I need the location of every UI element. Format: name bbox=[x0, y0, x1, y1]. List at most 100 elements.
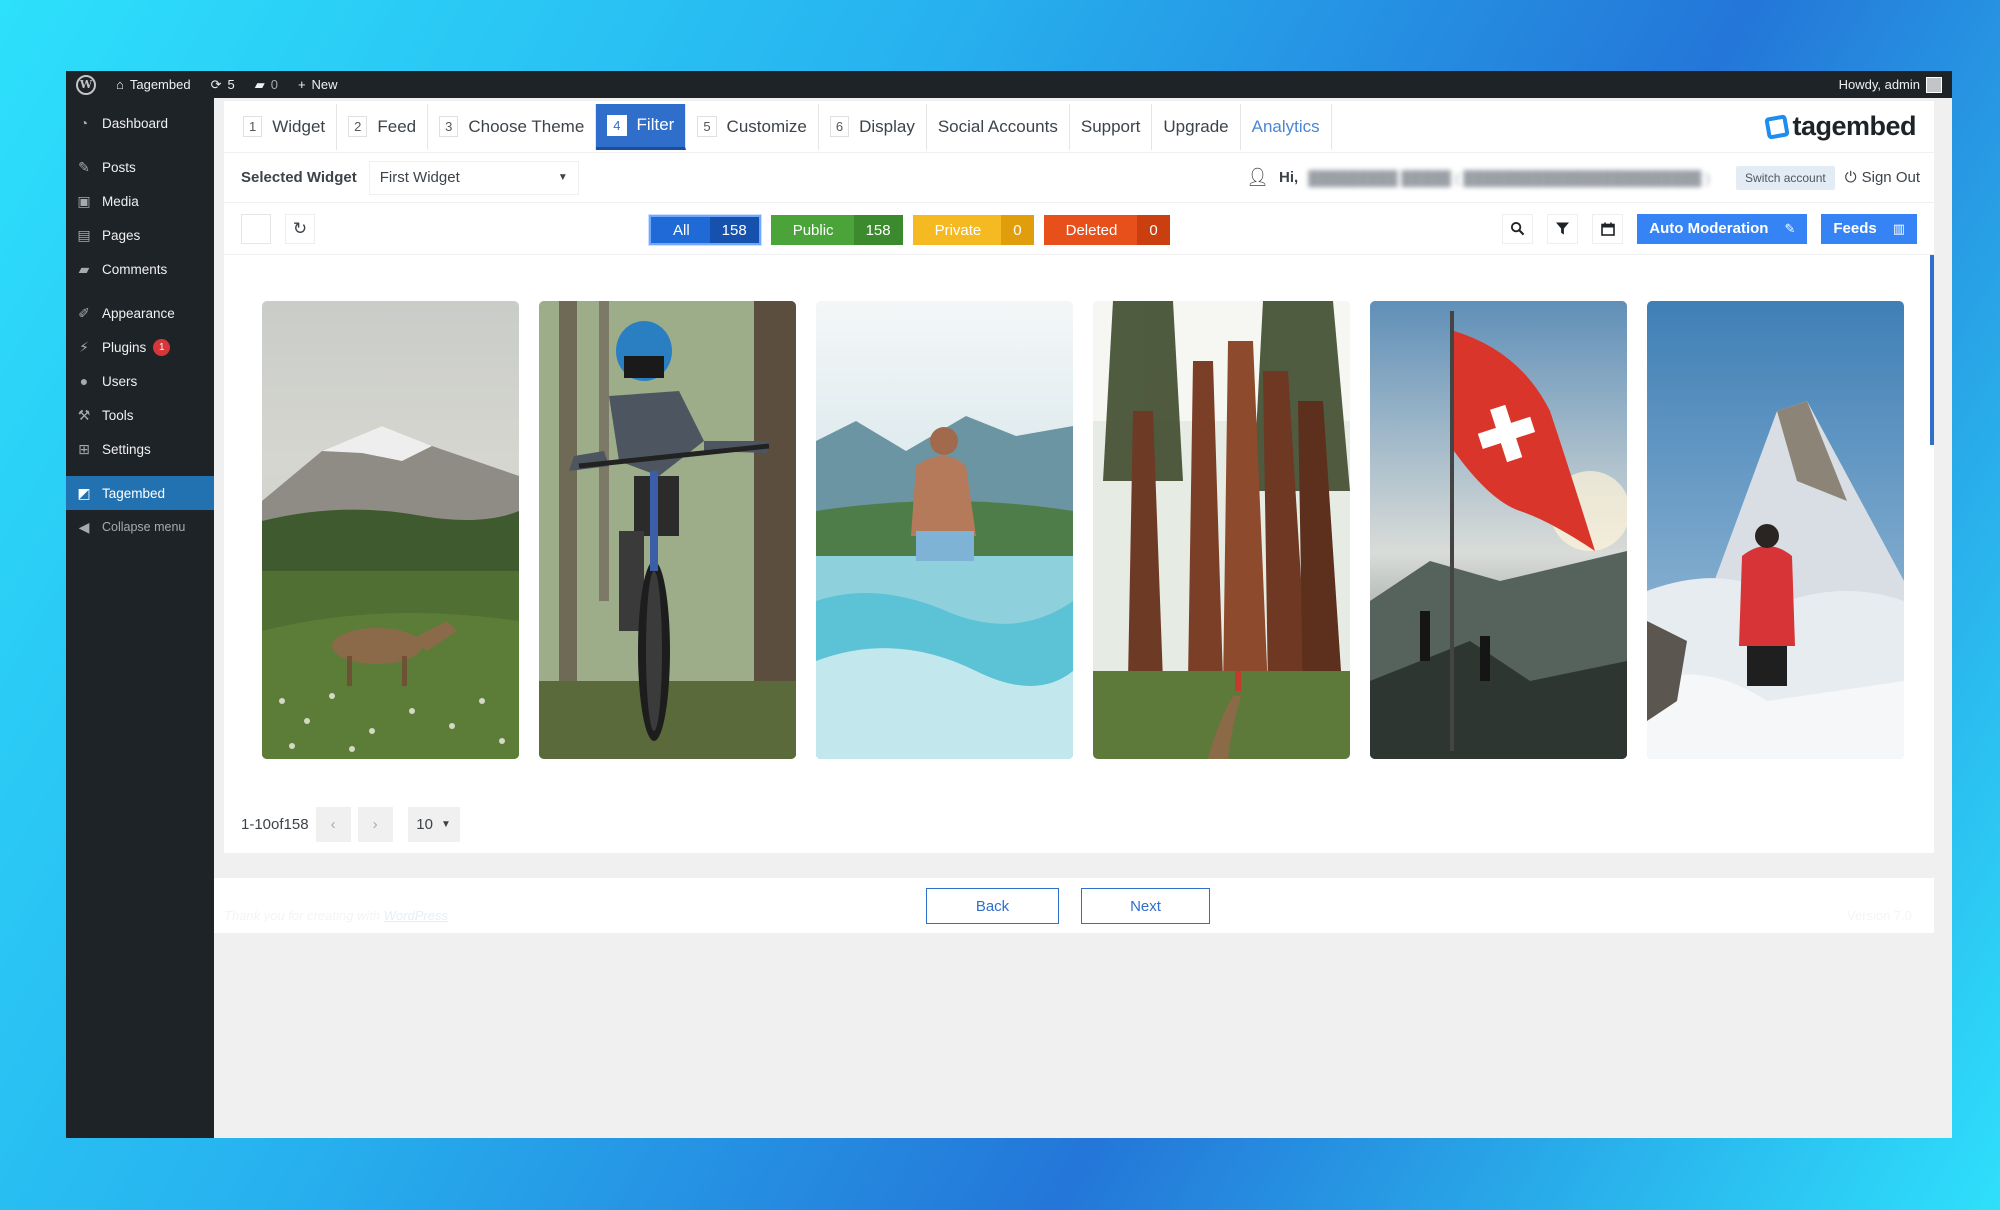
tab-display[interactable]: 6 Display bbox=[819, 103, 927, 150]
pagination: 1-10of158 ‹ › 10 ▼ bbox=[224, 795, 1934, 853]
tab-filter[interactable]: 4 Filter bbox=[596, 103, 687, 150]
sidebar-item-comments[interactable]: ▰ Comments bbox=[66, 252, 214, 286]
tagembed-panel: 1 Widget 2 Feed 3 Choose Theme 4 Filter … bbox=[224, 101, 1934, 853]
wp-logo-menu[interactable]: W bbox=[66, 71, 106, 98]
comments-link[interactable]: ▰ 0 bbox=[245, 71, 288, 98]
sidebar-item-label: Comments bbox=[102, 261, 168, 277]
wizard-footer: Thank you for creating with WordPress Ba… bbox=[214, 878, 1934, 933]
main-content: 1 Widget 2 Feed 3 Choose Theme 4 Filter … bbox=[214, 98, 1952, 1138]
matterhorn-hiker-image bbox=[1647, 301, 1904, 759]
per-page-select[interactable]: 10 ▼ bbox=[407, 806, 460, 842]
tab-analytics[interactable]: Analytics bbox=[1241, 103, 1332, 150]
next-button[interactable]: Next bbox=[1081, 888, 1210, 924]
caret-down-icon: ▼ bbox=[440, 818, 451, 830]
sidebar-item-label: Plugins bbox=[102, 339, 147, 355]
tab-number: 1 bbox=[243, 116, 263, 137]
filter-toolbar: ↻ All 158 Public 158 Private 0 Deleted 0… bbox=[224, 203, 1934, 255]
filter-count: 0 bbox=[1137, 215, 1170, 245]
gallery-tile-deer-mountain[interactable] bbox=[262, 301, 519, 759]
search-button[interactable] bbox=[1502, 213, 1534, 244]
pagination-range: 1-10of158 bbox=[241, 815, 309, 833]
gallery-tile-swiss-flag[interactable] bbox=[1370, 301, 1627, 759]
feeds-button[interactable]: Feeds ▥ bbox=[1821, 213, 1917, 244]
refresh-button[interactable]: ↻ bbox=[285, 213, 315, 244]
per-page-value: 10 bbox=[416, 815, 433, 833]
tagembed-logo: tagembed bbox=[1764, 111, 1916, 142]
sidebar-item-pages[interactable]: ▤ Pages bbox=[66, 218, 214, 252]
tab-customize[interactable]: 5 Customize bbox=[686, 103, 819, 150]
filter-public-button[interactable]: Public 158 bbox=[770, 215, 903, 245]
gallery-tile-matterhorn-hiker[interactable] bbox=[1647, 301, 1904, 759]
sidebar-item-tools[interactable]: ⚒ Tools bbox=[66, 398, 214, 432]
sidebar-item-media[interactable]: ▣ Media bbox=[66, 184, 214, 218]
widget-select-value: First Widget bbox=[379, 169, 460, 186]
account-menu[interactable]: Howdy, admin bbox=[1829, 71, 1952, 98]
plugins-update-badge: 1 bbox=[153, 338, 171, 356]
sidebar-item-posts[interactable]: ✎ Posts bbox=[66, 150, 214, 184]
tagembed-logo-icon bbox=[1764, 113, 1791, 140]
tab-number: 6 bbox=[829, 116, 850, 137]
tab-label: Customize bbox=[726, 116, 807, 136]
sidebar-item-users[interactable]: ● Users bbox=[66, 364, 214, 398]
funnel-icon bbox=[1556, 222, 1570, 235]
tab-choose-theme[interactable]: 3 Choose Theme bbox=[428, 103, 597, 150]
auto-moderation-button[interactable]: Auto Moderation ✎ bbox=[1637, 213, 1808, 244]
filter-all-button[interactable]: All 158 bbox=[649, 215, 761, 245]
sidebar-item-appearance[interactable]: ✐ Appearance bbox=[66, 296, 214, 330]
tab-label: Support bbox=[1080, 116, 1141, 136]
sidebar-item-label: Posts bbox=[102, 159, 136, 175]
gallery-scrollbar[interactable] bbox=[1930, 255, 1934, 445]
pages-icon: ▤ bbox=[77, 226, 91, 243]
new-content-link[interactable]: + New bbox=[288, 71, 348, 98]
filter-funnel-button[interactable] bbox=[1547, 213, 1579, 244]
updates-link[interactable]: ⟳ 5 bbox=[201, 71, 245, 98]
filter-label: Deleted bbox=[1043, 215, 1138, 245]
filter-private-button[interactable]: Private 0 bbox=[912, 215, 1034, 245]
tab-number: 5 bbox=[697, 116, 717, 137]
comments-count: 0 bbox=[270, 77, 278, 92]
deer-mountain-image bbox=[262, 301, 519, 759]
sidebar-item-collapse-menu[interactable]: ◀ Collapse menu bbox=[66, 510, 214, 544]
wordpress-link[interactable]: WordPress bbox=[384, 908, 448, 923]
tab-label: Display bbox=[859, 116, 915, 136]
filter-deleted-button[interactable]: Deleted 0 bbox=[1043, 215, 1170, 245]
selected-widget-label: Selected Widget bbox=[241, 169, 357, 186]
calendar-button[interactable] bbox=[1592, 213, 1624, 244]
refresh-icon: ↻ bbox=[292, 218, 308, 238]
back-button[interactable]: Back bbox=[926, 888, 1059, 924]
swiss-flag-image bbox=[1370, 301, 1627, 759]
pin-icon: ✎ bbox=[78, 158, 90, 175]
filter-label: Public bbox=[770, 215, 854, 245]
tab-support[interactable]: Support bbox=[1070, 103, 1153, 150]
tab-social-accounts[interactable]: Social Accounts bbox=[927, 103, 1070, 150]
gallery-tile-mountain-biker[interactable] bbox=[539, 301, 796, 759]
filter-label: Private bbox=[912, 215, 1002, 245]
pencil-icon: ✎ bbox=[1784, 220, 1796, 236]
filter-count: 158 bbox=[853, 215, 903, 245]
calendar-icon bbox=[1600, 222, 1615, 236]
browser-window: W ⌂ Tagembed ⟳ 5 ▰ 0 + New Howdy, admin … bbox=[66, 71, 1952, 1138]
select-all-checkbox[interactable] bbox=[241, 213, 271, 244]
status-filters: All 158 Public 158 Private 0 Deleted 0 bbox=[649, 215, 1170, 245]
sidebar-item-label: Tagembed bbox=[102, 485, 166, 501]
sidebar-item-dashboard[interactable]: ◔ Dashboard bbox=[66, 106, 214, 140]
gallery-tile-redwood-forest[interactable] bbox=[1093, 301, 1350, 759]
updates-count: 5 bbox=[227, 77, 235, 92]
tab-feed[interactable]: 2 Feed bbox=[337, 103, 429, 150]
sidebar-item-settings[interactable]: ⊞ Settings bbox=[66, 432, 214, 466]
widget-select[interactable]: First Widget ▼ bbox=[368, 160, 579, 195]
plugin-icon: ⚡ bbox=[79, 338, 89, 355]
admin-bar: W ⌂ Tagembed ⟳ 5 ▰ 0 + New Howdy, admin bbox=[66, 71, 1952, 98]
tab-widget[interactable]: 1 Widget bbox=[232, 103, 338, 150]
sidebar-item-plugins[interactable]: ⚡ Plugins 1 bbox=[66, 330, 214, 364]
home-icon: ⌂ bbox=[116, 77, 124, 92]
tab-upgrade[interactable]: Upgrade bbox=[1152, 103, 1241, 150]
sidebar-item-tagembed[interactable]: ◩ Tagembed bbox=[66, 476, 214, 510]
prev-page-button[interactable]: ‹ bbox=[315, 806, 351, 842]
brand-name: tagembed bbox=[1792, 111, 1916, 141]
site-name-link[interactable]: ⌂ Tagembed bbox=[106, 71, 201, 98]
next-page-button[interactable]: › bbox=[357, 806, 393, 842]
gallery-tile-lake-man[interactable] bbox=[816, 301, 1073, 759]
sign-out-button[interactable]: ⏻ Sign Out bbox=[1845, 169, 1920, 186]
switch-account-button[interactable]: Switch account bbox=[1736, 165, 1835, 190]
